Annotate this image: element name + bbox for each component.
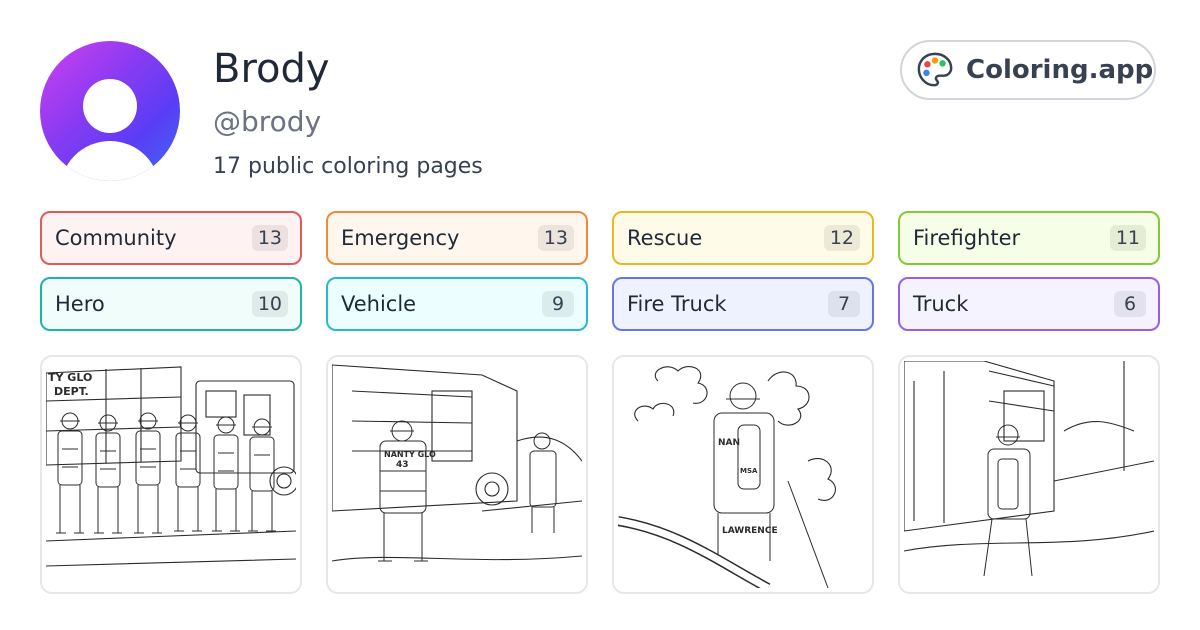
coloring-page-thumbnail: TY GLO DEPT. (46, 361, 296, 588)
coloring-page-thumbnail: NANTY GLO 43 (332, 361, 582, 588)
tag-firefighter[interactable]: Firefighter 11 (898, 211, 1160, 265)
tag-emergency[interactable]: Emergency 13 (326, 211, 588, 265)
avatar (40, 41, 180, 181)
coloring-page-card[interactable] (898, 355, 1160, 594)
tag-label: Rescue (627, 226, 703, 250)
tank-lettering: MSA (740, 467, 758, 475)
brand-link[interactable]: Coloring.app (900, 40, 1156, 100)
name-patch: LAWRENCE (722, 526, 778, 536)
tag-count: 13 (251, 225, 288, 251)
palette-icon (917, 52, 953, 87)
tag-count: 12 (823, 225, 860, 251)
avatar-body (60, 141, 160, 181)
tag-fire-truck[interactable]: Fire Truck 7 (612, 277, 874, 331)
coloring-page-card[interactable]: NANTY GLO 43 (326, 355, 588, 594)
tag-community[interactable]: Community 13 (40, 211, 302, 265)
truck-lettering: DEPT. (54, 385, 89, 398)
tag-label: Truck (913, 292, 969, 316)
tag-count: 10 (251, 291, 288, 317)
coloring-page-thumbnail (904, 361, 1154, 588)
coloring-page-card[interactable]: NAN MSA LAWRENCE (612, 355, 874, 594)
tag-count: 13 (537, 225, 574, 251)
tag-vehicle[interactable]: Vehicle 9 (326, 277, 588, 331)
coloring-page-card[interactable]: TY GLO DEPT. (40, 355, 302, 594)
tag-count: 9 (542, 291, 574, 317)
tag-label: Emergency (341, 226, 460, 250)
tag-hero[interactable]: Hero 10 (40, 277, 302, 331)
jacket-lettering: NAN (718, 438, 740, 448)
tag-label: Vehicle (341, 292, 417, 316)
avatar-head (83, 79, 137, 133)
tag-count: 7 (828, 291, 860, 317)
tag-count: 6 (1114, 291, 1146, 317)
tag-label: Hero (55, 292, 105, 316)
tag-truck[interactable]: Truck 6 (898, 277, 1160, 331)
tag-label: Fire Truck (627, 292, 727, 316)
brand-label: Coloring.app (966, 55, 1154, 85)
tag-label: Community (55, 226, 177, 250)
profile-handle: @brody (213, 105, 322, 138)
tag-label: Firefighter (913, 226, 1021, 250)
jacket-lettering: NANTY GLO (384, 450, 436, 459)
coloring-page-thumbnail: NAN MSA LAWRENCE (618, 361, 868, 588)
tag-rescue[interactable]: Rescue 12 (612, 211, 874, 265)
public-pages-count: 17 public coloring pages (213, 154, 483, 179)
jacket-number: 43 (396, 460, 409, 470)
profile-name: Brody (213, 46, 330, 92)
tag-count: 11 (1109, 225, 1146, 251)
truck-lettering: TY GLO (48, 371, 92, 384)
